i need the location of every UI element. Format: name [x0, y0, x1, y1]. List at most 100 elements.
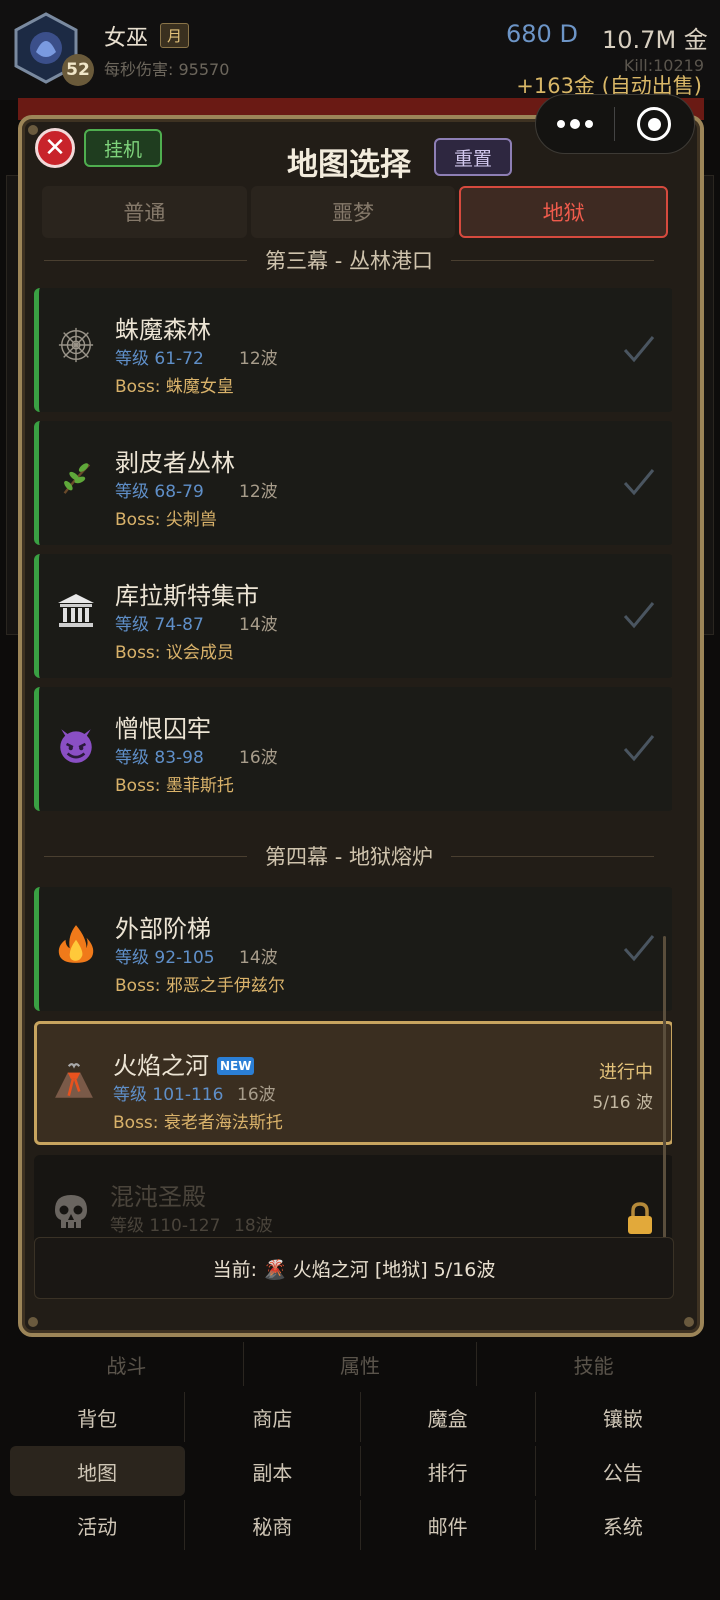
nav-dungeon[interactable]: 副本 — [185, 1446, 361, 1496]
wave-progress: 5/16 波 — [592, 1093, 653, 1113]
player-level-badge: 52 — [62, 54, 94, 86]
temple-icon — [53, 588, 99, 634]
dps-readout: 每秒伤害: 95570 — [104, 60, 230, 79]
checkmark-icon — [623, 935, 655, 962]
tab-nightmare[interactable]: 噩梦 — [250, 186, 456, 238]
modal-title: 地图选择 — [287, 147, 411, 183]
map-card-outer-steppes[interactable]: 外部阶梯 等级 92-105 14波 Boss: 邪恶之手伊兹尔 — [34, 887, 672, 1011]
lock-icon — [628, 1202, 652, 1234]
map-boss: Boss: 蛛魔女皇 — [115, 377, 234, 397]
nav-secret-shop[interactable]: 秘商 — [185, 1500, 361, 1550]
current-map-bar: 当前: 🌋 火焰之河 [地狱] 5/16波 — [34, 1237, 674, 1299]
difficulty-tabs: 普通 噩梦 地狱 — [42, 186, 669, 238]
nav-socket[interactable]: 镶嵌 — [536, 1392, 710, 1442]
map-waves: 16波 — [237, 1085, 276, 1105]
top-status-bar: 52 女巫 月 每秒伤害: 95570 680 D 10.7M 金 Kill:1… — [0, 0, 720, 100]
nav-row: 背包 商店 魔盒 镶嵌 — [10, 1392, 710, 1442]
nav-announcement[interactable]: 公告 — [536, 1446, 710, 1496]
map-card-spider-forest[interactable]: 蛛魔森林 等级 61-72 12波 Boss: 蛛魔女皇 — [34, 288, 672, 412]
act-header: 第四幕 - 地狱熔炉 — [44, 841, 654, 871]
map-waves: 14波 — [239, 615, 278, 635]
nav-row-primary: 战斗 属性 技能 — [10, 1342, 710, 1386]
map-name: 外部阶梯 — [115, 915, 211, 943]
in-progress-status: 进行中 — [599, 1062, 653, 1083]
map-list[interactable]: 第三幕 - 丛林港口 蛛魔森林 等级 61-72 12波 Boss: 蛛魔女皇 … — [34, 243, 672, 1243]
exit-target-icon[interactable] — [615, 107, 695, 141]
nav-row: 活动 秘商 邮件 系统 — [10, 1500, 710, 1550]
map-name-text: 火焰之河 — [113, 1052, 209, 1080]
nav-map[interactable]: 地图 — [10, 1446, 186, 1496]
map-card-kurast-bazaar[interactable]: 库拉斯特集市 等级 74-87 14波 Boss: 议会成员 — [34, 554, 672, 678]
fire-icon — [53, 921, 99, 967]
player-name: 女巫 — [104, 26, 149, 51]
map-card-durance-of-hate[interactable]: 憎恨囚牢 等级 83-98 16波 Boss: 墨菲斯托 — [34, 687, 672, 811]
act-header: 第三幕 - 丛林港口 — [44, 245, 654, 275]
nav-magic-box[interactable]: 魔盒 — [361, 1392, 536, 1442]
close-button[interactable]: ✕ — [35, 128, 75, 168]
map-level: 等级 110-127 — [110, 1216, 221, 1236]
nav-system[interactable]: 系统 — [536, 1500, 710, 1550]
rivet-decoration — [684, 1317, 694, 1327]
spider-web-icon — [53, 322, 99, 368]
tab-hell[interactable]: 地狱 — [459, 186, 669, 238]
map-name: 憎恨囚牢 — [115, 715, 211, 743]
act-title: 第三幕 - 丛林港口 — [265, 249, 433, 273]
map-waves: 18波 — [234, 1216, 273, 1236]
map-card-chaos-sanctuary: 混沌圣殿 等级 110-127 18波 — [34, 1155, 672, 1243]
nav-mail[interactable]: 邮件 — [361, 1500, 536, 1550]
volcano-icon — [51, 1058, 97, 1104]
map-waves: 12波 — [239, 482, 278, 502]
checkmark-icon — [623, 602, 655, 629]
divider-line — [450, 855, 654, 857]
map-level: 等级 92-105 — [115, 948, 215, 968]
nav-backpack[interactable]: 背包 — [10, 1392, 186, 1442]
gold-count: 10.7M 金 — [602, 26, 708, 54]
map-name: 混沌圣殿 — [110, 1183, 206, 1211]
rank-tag: 月 — [160, 23, 190, 48]
rivet-decoration — [28, 125, 38, 135]
herb-icon — [53, 455, 99, 501]
nav-row: 地图 副本 排行 公告 — [10, 1446, 710, 1496]
divider-line — [44, 855, 248, 857]
map-level: 等级 83-98 — [115, 748, 204, 768]
map-card-flayer-jungle[interactable]: 剥皮者丛林 等级 68-79 12波 Boss: 尖刺兽 — [34, 421, 672, 545]
act-title: 第四幕 - 地狱熔炉 — [265, 845, 433, 869]
map-waves: 14波 — [239, 948, 278, 968]
map-level: 等级 101-116 — [113, 1085, 224, 1105]
nav-battle[interactable]: 战斗 — [10, 1342, 244, 1386]
scrollbar[interactable] — [663, 936, 666, 1243]
checkmark-icon — [623, 469, 655, 496]
diamond-count: 680 D — [506, 20, 578, 48]
skull-icon — [48, 1189, 94, 1235]
devil-icon — [53, 721, 99, 767]
map-waves: 12波 — [239, 349, 278, 369]
map-boss: Boss: 衰老者海法斯托 — [113, 1113, 283, 1133]
idle-button[interactable]: 挂机 — [84, 129, 162, 167]
bottom-navigation: 战斗 属性 技能 背包 商店 魔盒 镶嵌 地图 副本 排行 公告 活动 秘商 邮… — [0, 1340, 720, 1600]
more-dots-icon[interactable] — [536, 95, 614, 153]
map-card-river-of-flame[interactable]: 火焰之河 NEW 等级 101-116 16波 Boss: 衰老者海法斯托 进行中… — [34, 1021, 672, 1145]
checkmark-icon — [623, 336, 655, 363]
map-name: 火焰之河 NEW — [113, 1046, 255, 1081]
nav-events[interactable]: 活动 — [10, 1500, 186, 1550]
tab-normal[interactable]: 普通 — [42, 186, 247, 238]
rivet-decoration — [28, 1317, 38, 1327]
nav-attributes[interactable]: 属性 — [244, 1342, 478, 1386]
miniprogram-capsule — [535, 94, 695, 154]
map-waves: 16波 — [239, 748, 278, 768]
map-level: 等级 68-79 — [115, 482, 204, 502]
nav-skills[interactable]: 技能 — [477, 1342, 710, 1386]
map-boss: Boss: 议会成员 — [115, 643, 234, 663]
map-name: 剥皮者丛林 — [115, 449, 235, 477]
map-select-modal: ✕ 挂机 地图选择 重置 普通 噩梦 地狱 第三幕 - 丛林港口 蛛魔森林 等级… — [18, 115, 704, 1337]
divider-line — [44, 259, 248, 261]
reset-button[interactable]: 重置 — [434, 138, 512, 176]
nav-shop[interactable]: 商店 — [185, 1392, 361, 1442]
map-level: 等级 74-87 — [115, 615, 204, 635]
nav-ranking[interactable]: 排行 — [361, 1446, 536, 1496]
map-boss: Boss: 邪恶之手伊兹尔 — [115, 976, 285, 996]
map-level: 等级 61-72 — [115, 349, 204, 369]
divider-line — [450, 259, 654, 261]
checkmark-icon — [623, 735, 655, 762]
map-name: 蛛魔森林 — [115, 316, 211, 344]
